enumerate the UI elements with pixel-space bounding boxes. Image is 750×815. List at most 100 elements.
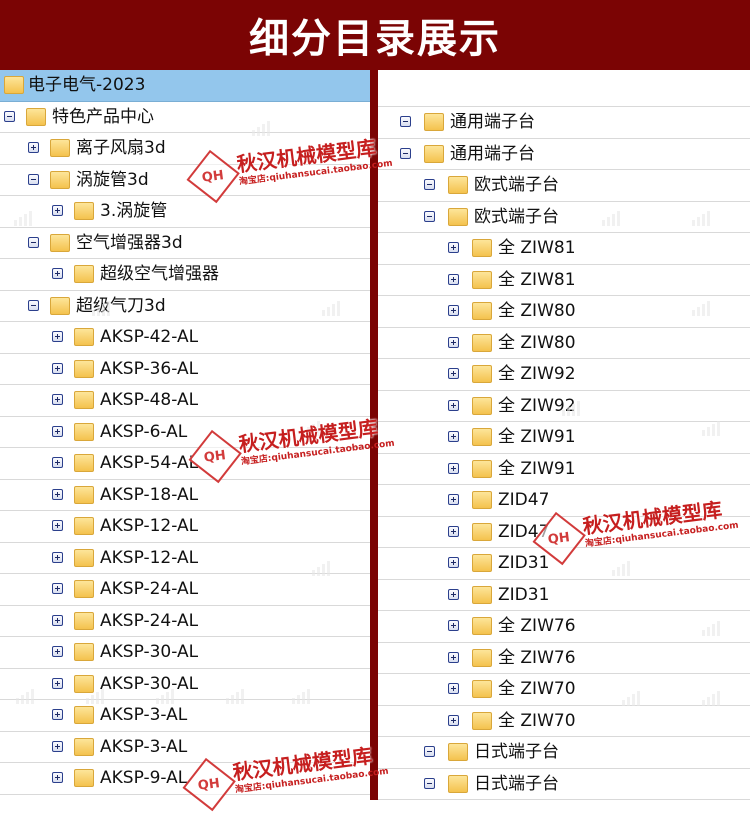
tree-row[interactable]: ZID47 (378, 485, 750, 517)
expand-plus-icon[interactable] (52, 394, 63, 405)
expand-plus-icon[interactable] (52, 362, 63, 374)
tree-row[interactable]: AKSP-48-AL (0, 385, 370, 417)
expand-plus-icon[interactable] (448, 242, 459, 253)
expand-plus-icon[interactable] (52, 425, 63, 437)
folder-icon (472, 365, 492, 383)
collapse-minus-icon[interactable] (424, 179, 435, 190)
tree-row[interactable]: 全 ZIW81 (378, 265, 750, 296)
tree-row[interactable]: AKSP-12-AL (0, 511, 370, 543)
tree-row[interactable]: 全 ZIW91 (378, 422, 750, 454)
expand-plus-icon[interactable] (52, 520, 63, 531)
tree-row[interactable]: AKSP-18-AL (0, 480, 370, 511)
tree-row[interactable]: AKSP-3-AL (0, 700, 370, 732)
tree-row[interactable]: AKSP-42-AL (0, 322, 370, 354)
expand-plus-icon[interactable] (52, 709, 63, 720)
expand-plus-icon[interactable] (448, 494, 459, 505)
expand-plus-icon[interactable] (448, 557, 459, 568)
tree-row[interactable]: AKSP-3-AL (0, 732, 370, 763)
tree-row[interactable]: ZID31 (378, 580, 750, 611)
tree-row[interactable]: 超级空气增强器 (0, 259, 370, 291)
tree-row[interactable]: AKSP-30-AL (0, 637, 370, 669)
collapse-minus-icon[interactable] (28, 173, 39, 185)
tree-row[interactable]: 全 ZIW70 (378, 674, 750, 706)
expand-plus-icon[interactable] (448, 620, 459, 631)
tree-row[interactable]: 通用端子台 (378, 107, 750, 139)
expand-plus-icon[interactable] (52, 614, 63, 626)
expand-plus-icon[interactable] (448, 336, 459, 348)
expand-plus-icon[interactable] (448, 368, 459, 379)
expand-plus-icon[interactable] (52, 772, 63, 783)
expand-plus-icon[interactable] (448, 525, 459, 537)
tree-row[interactable]: AKSP-36-AL (0, 354, 370, 385)
collapse-minus-icon[interactable] (400, 116, 411, 127)
tree-row[interactable]: 全 ZIW76 (378, 643, 750, 674)
tree-row[interactable]: 欧式端子台 (378, 202, 750, 233)
tree-row[interactable]: AKSP-6-AL (0, 417, 370, 448)
tree-row[interactable]: 全 ZIW80 (378, 296, 750, 328)
tree-row[interactable]: 全 ZIW81 (378, 233, 750, 265)
expand-plus-icon[interactable] (52, 740, 63, 752)
tree-row[interactable]: 全 ZIW80 (378, 328, 750, 359)
expand-plus-icon[interactable] (448, 273, 459, 285)
collapse-minus-icon[interactable] (424, 746, 435, 757)
tree-row[interactable]: 全 ZIW92 (378, 391, 750, 422)
expand-plus-icon[interactable] (52, 551, 63, 563)
expand-plus-icon[interactable] (448, 588, 459, 600)
collapse-minus-icon[interactable] (28, 299, 39, 311)
tree-root-row[interactable]: 电子电气-2023 (0, 70, 370, 102)
expand-plus-icon[interactable] (448, 462, 459, 474)
expand-plus-icon[interactable] (52, 677, 63, 689)
expand-plus-icon[interactable] (28, 142, 39, 153)
expand-plus-icon[interactable] (448, 714, 459, 726)
tree-row[interactable]: AKSP-30-AL (0, 669, 370, 700)
tree-row[interactable]: 日式端子台 (378, 769, 750, 800)
expand-plus-icon[interactable] (52, 583, 63, 594)
tree-row[interactable]: AKSP-54-AL (0, 448, 370, 480)
collapse-minus-icon[interactable] (424, 777, 435, 789)
expand-plus-icon[interactable] (448, 683, 459, 694)
tree-row[interactable]: AKSP-24-AL (0, 606, 370, 637)
expand-plus-icon[interactable] (448, 431, 459, 442)
tree-row[interactable]: 欧式端子台 (378, 170, 750, 202)
tree-row[interactable]: 特色产品中心 (0, 102, 370, 133)
tree-row[interactable]: AKSP-12-AL (0, 543, 370, 574)
tree-row[interactable]: 全 ZIW76 (378, 611, 750, 643)
tree-row[interactable]: 全 ZIW70 (378, 706, 750, 737)
tree-row[interactable]: ZID31 (378, 548, 750, 580)
collapse-minus-icon[interactable] (424, 210, 435, 222)
expand-plus-icon[interactable] (448, 399, 459, 411)
banner: 细分目录展示 (0, 0, 750, 70)
tree-row[interactable]: 日式端子台 (378, 737, 750, 769)
tree-row[interactable]: 空气增强器3d (0, 228, 370, 259)
expand-plus-icon[interactable] (52, 331, 63, 342)
tree-item-label: 全 ZIW70 (498, 710, 576, 731)
expand-plus-icon[interactable] (52, 268, 63, 279)
expand-plus-icon[interactable] (52, 205, 63, 216)
folder-icon (472, 648, 492, 667)
tree-item-label: 离子风扇3d (76, 138, 166, 158)
tree-row[interactable]: 超级气刀3d (0, 291, 370, 322)
collapse-minus-icon[interactable] (28, 236, 39, 248)
collapse-minus-icon[interactable] (4, 110, 15, 122)
expand-plus-icon[interactable] (52, 457, 63, 468)
tree-item-label: 全 ZIW92 (498, 395, 576, 416)
folder-icon (74, 391, 94, 409)
tree-row[interactable]: 全 ZIW91 (378, 454, 750, 485)
tree-row[interactable]: 全 ZIW92 (378, 359, 750, 391)
tree-row[interactable]: AKSP-9-AL (0, 763, 370, 795)
collapse-minus-icon[interactable] (400, 147, 411, 159)
expand-plus-icon[interactable] (448, 305, 459, 316)
right-tree-panel[interactable]: 通用端子台 通用端子台 欧式端子台 欧式端子台全 ZIW81 全 ZIW81 全 ZIW8… (378, 70, 750, 800)
tree-row[interactable]: 离子风扇3d (0, 133, 370, 165)
tree-row[interactable]: 3.涡旋管 (0, 196, 370, 228)
expand-plus-icon[interactable] (448, 651, 459, 663)
tree-row[interactable]: 通用端子台 (378, 139, 750, 170)
expand-plus-icon[interactable] (52, 646, 63, 657)
expand-plus-icon[interactable] (52, 488, 63, 500)
tree-row[interactable]: ZID47 (378, 517, 750, 548)
tree-item-label: ZID31 (498, 553, 550, 573)
tree-item-label: 全 ZIW92 (498, 364, 576, 384)
tree-row[interactable]: 涡旋管3d (0, 165, 370, 196)
tree-row[interactable]: AKSP-24-AL (0, 574, 370, 606)
left-tree-panel[interactable]: 电子电气-2023 特色产品中心 离子风扇3d 涡旋管3d 3.涡旋管 空气增强器3d 超级… (0, 70, 370, 800)
